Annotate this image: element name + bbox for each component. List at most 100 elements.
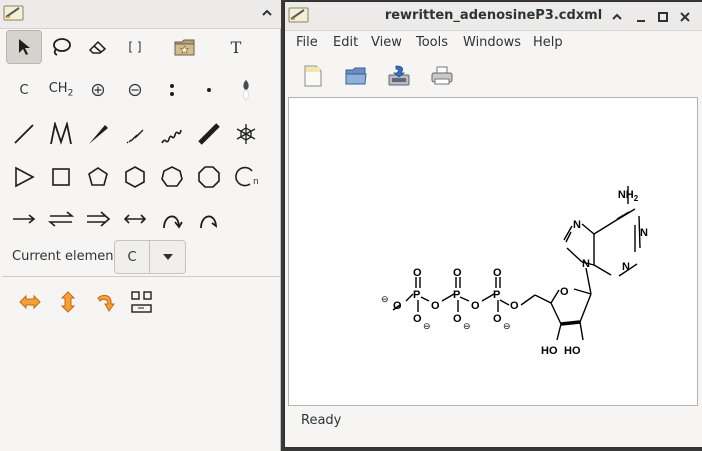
- current-element-button[interactable]: C: [114, 240, 150, 274]
- positive-charge-tool[interactable]: [80, 73, 116, 107]
- bracket-tool[interactable]: [ ]: [117, 30, 153, 64]
- ch2-label: CH2: [49, 81, 74, 99]
- octagon-ring-icon: [198, 166, 220, 188]
- equilibrium-arrow-icon: [48, 211, 74, 227]
- print-icon: [431, 66, 453, 85]
- eraser-tool[interactable]: [80, 30, 116, 64]
- align-tool[interactable]: [124, 285, 160, 319]
- atom-n3: N: [622, 261, 630, 273]
- hexagon-ring-icon: [125, 166, 145, 188]
- n-ring-tool[interactable]: n: [228, 160, 264, 194]
- atom-o-alpha-double: O: [413, 267, 422, 279]
- charge-minus: ⊖: [423, 321, 431, 331]
- atom-o-beta-double: O: [453, 267, 462, 279]
- pentagon-ring-tool[interactable]: [80, 160, 116, 194]
- wedge-bond-icon: [89, 125, 108, 144]
- flip-vertical-icon: [60, 291, 76, 313]
- menu-windows[interactable]: Windows: [463, 35, 521, 50]
- carbon-atom-tool[interactable]: C: [6, 73, 42, 107]
- menu-tools[interactable]: Tools: [416, 35, 448, 50]
- wedge-bond-tool[interactable]: [80, 117, 116, 151]
- bold-bond-tool[interactable]: [191, 117, 227, 151]
- half-curved-arrow-icon: [200, 215, 218, 229]
- minimize-icon[interactable]: [635, 11, 647, 23]
- hashed-bond-tool[interactable]: [117, 117, 153, 151]
- element-dropdown-button[interactable]: [149, 240, 186, 274]
- text-tool[interactable]: T: [218, 30, 254, 64]
- bracket-label: [ ]: [128, 40, 142, 54]
- flip-horizontal-icon: [19, 294, 41, 310]
- flip-horizontal-tool[interactable]: [12, 285, 48, 319]
- ch2-group-tool[interactable]: CH2: [43, 73, 79, 107]
- wavy-bond-tool[interactable]: [154, 117, 190, 151]
- template-library-tool[interactable]: [167, 30, 203, 64]
- star-bond-icon: [236, 124, 256, 144]
- curved-arrow-tool[interactable]: [154, 202, 190, 236]
- octagon-ring-tool[interactable]: [191, 160, 227, 194]
- lone-pair-tool[interactable]: [154, 73, 190, 107]
- menu-view[interactable]: View: [371, 35, 402, 50]
- arrow-pointer-icon: [19, 39, 30, 55]
- resonance-arrow-tool[interactable]: [117, 202, 153, 236]
- current-element-value: C: [127, 249, 137, 265]
- menu-file[interactable]: File: [296, 35, 318, 50]
- toolbox-window: [ ] T C CH2 n Current element: C: [0, 0, 281, 451]
- square-ring-icon: [52, 168, 70, 186]
- bold-bond-icon: [198, 123, 220, 145]
- pentagon-ring-icon: [88, 167, 108, 186]
- square-ring-tool[interactable]: [43, 160, 79, 194]
- orbital-tool[interactable]: [228, 73, 264, 107]
- rotate-tool[interactable]: [88, 285, 124, 319]
- select-tool[interactable]: [6, 30, 42, 64]
- triangle-ring-icon: [15, 166, 35, 188]
- atom-n9: N: [582, 258, 590, 270]
- plus-circle-icon: [91, 83, 105, 97]
- arrow-right-icon: [13, 214, 36, 224]
- radical-tool[interactable]: [191, 73, 227, 107]
- maximize-icon[interactable]: [657, 11, 669, 23]
- heptagon-ring-tool[interactable]: [154, 160, 190, 194]
- lasso-icon: [53, 38, 71, 56]
- molecule-drawing: NH2 N N N N O HO HO O P O O ⊖ O P O O ⊖ …: [381, 186, 648, 357]
- flip-vertical-tool[interactable]: [50, 285, 86, 319]
- half-curved-arrow-tool[interactable]: [191, 202, 227, 236]
- zigzag-chain-icon: [50, 122, 72, 145]
- eraser-icon: [88, 40, 107, 54]
- charge-minus: ⊖: [503, 321, 511, 331]
- chevron-up-icon[interactable]: [611, 11, 623, 23]
- hexagon-ring-tool[interactable]: [117, 160, 153, 194]
- current-element-label: Current element:: [12, 249, 123, 264]
- multi-center-bond-tool[interactable]: [228, 117, 264, 151]
- current-element-row: Current element: C: [12, 240, 212, 274]
- reaction-arrow-tool[interactable]: [6, 202, 42, 236]
- lasso-tool[interactable]: [43, 30, 79, 64]
- ch2-text: CH: [48, 81, 68, 97]
- atom-p-alpha: P: [413, 289, 420, 301]
- menu-edit[interactable]: Edit: [333, 35, 358, 50]
- equilibrium-arrow-tool[interactable]: [43, 202, 79, 236]
- chain-tool[interactable]: [43, 117, 79, 151]
- hashed-bond-icon: [126, 129, 144, 144]
- minus-circle-icon: [128, 83, 142, 97]
- menu-help[interactable]: Help: [533, 35, 563, 50]
- ch2-subscript: 2: [67, 88, 74, 99]
- chevron-up-icon[interactable]: [261, 7, 273, 19]
- print-button[interactable]: [427, 61, 457, 91]
- drawing-canvas[interactable]: NH2 N N N N O HO HO O P O O ⊖ O P O O ⊖ …: [288, 97, 698, 406]
- atom-o-alpha-minus: O: [413, 313, 422, 325]
- single-bond-tool[interactable]: [6, 117, 42, 151]
- negative-charge-tool[interactable]: [117, 73, 153, 107]
- align-grid-icon: [131, 291, 152, 313]
- close-icon[interactable]: [679, 11, 691, 23]
- save-button[interactable]: [384, 61, 414, 91]
- retrosynthetic-arrow-tool[interactable]: [80, 202, 116, 236]
- single-bond-icon: [14, 124, 34, 144]
- open-button[interactable]: [341, 61, 371, 91]
- triangle-ring-tool[interactable]: [6, 160, 42, 194]
- status-bar-text: Ready: [301, 413, 342, 428]
- new-document-button[interactable]: [298, 61, 328, 91]
- atom-oh-2: HO: [564, 345, 581, 357]
- atom-o-gamma-minus: O: [493, 313, 502, 325]
- retro-arrow-icon: [87, 211, 111, 227]
- charge-minus: ⊖: [463, 321, 471, 331]
